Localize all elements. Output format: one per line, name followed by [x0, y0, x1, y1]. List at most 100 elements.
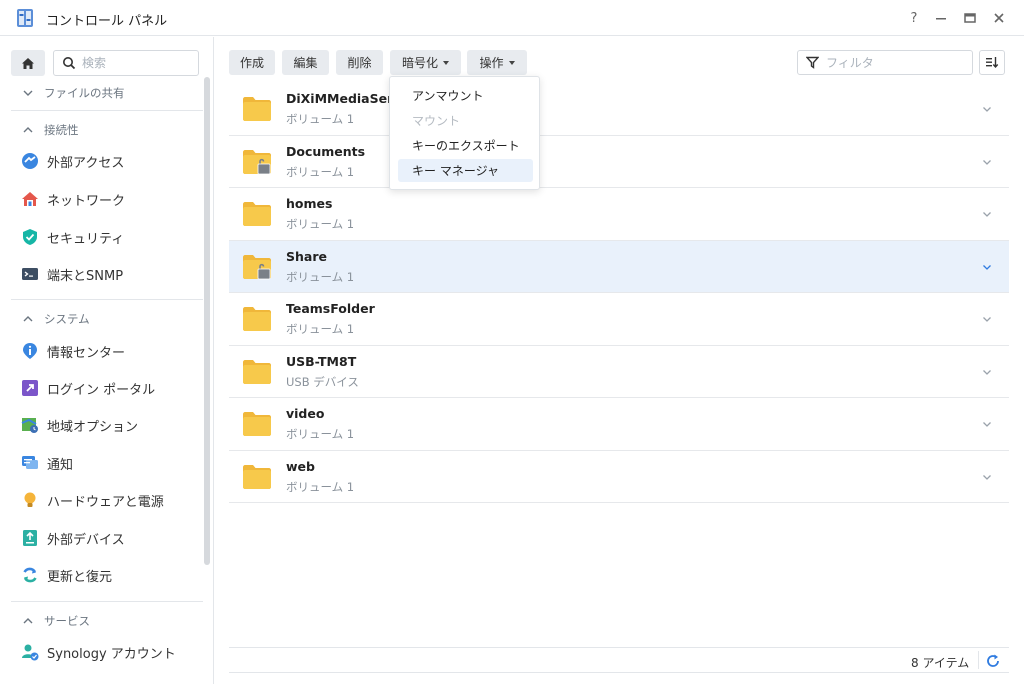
- shared-folder-location: USB デバイス: [286, 374, 359, 389]
- terminal-icon: [21, 265, 39, 283]
- sidebar-item-regional-options[interactable]: 地域オプション: [21, 413, 201, 437]
- help-button[interactable]: ?: [904, 8, 924, 28]
- filter-input[interactable]: [826, 54, 966, 71]
- sidebar-item-label: 外部デバイス: [47, 532, 125, 548]
- chevron-down-icon[interactable]: [981, 366, 993, 378]
- shared-folder-row-video[interactable]: video ボリューム 1: [229, 398, 1009, 451]
- sidebar-item-synology-account[interactable]: Synology アカウント: [21, 640, 201, 664]
- chevron-up-icon: [23, 127, 33, 133]
- section-services[interactable]: サービス: [22, 613, 90, 629]
- shared-folder-location: ボリューム 1: [286, 427, 355, 441]
- shared-folder-name: DiXiMMediaServ: [286, 91, 402, 106]
- sidebar-item-external-access[interactable]: 外部アクセス: [21, 149, 201, 173]
- sidebar-item-label: 情報センター: [47, 345, 126, 361]
- regional-options-icon: [21, 416, 39, 434]
- chevron-down-icon[interactable]: [981, 208, 993, 220]
- folder-icon: [243, 202, 271, 226]
- search-box: [53, 50, 199, 76]
- shared-folder-row-homes[interactable]: homes ボリューム 1: [229, 188, 1009, 241]
- hardware-power-icon: [21, 491, 39, 509]
- shared-folder-row-share[interactable]: Share ボリューム 1: [229, 240, 1009, 293]
- section-file-sharing[interactable]: ファイルの共有: [22, 85, 125, 101]
- delete-button[interactable]: 削除: [336, 50, 383, 75]
- menu-item-label: キーのエクスポート: [412, 139, 520, 153]
- menu-item-label: アンマウント: [412, 89, 484, 103]
- shared-folder-location: ボリューム 1: [286, 479, 355, 494]
- delete-button-label: 削除: [347, 56, 372, 70]
- action-dropdown-button[interactable]: 操作: [467, 50, 527, 75]
- chevron-down-icon[interactable]: [981, 313, 993, 325]
- filter-icon: [806, 56, 819, 69]
- folder-icon: [243, 254, 271, 279]
- shared-folder-row-usb-tm8t[interactable]: USB-TM8T USB デバイス: [229, 346, 1009, 398]
- shared-folder-row-web[interactable]: web ボリューム 1: [229, 451, 1009, 503]
- sidebar-item-update-restore[interactable]: 更新と復元: [21, 563, 201, 587]
- info-center-icon: [21, 342, 39, 360]
- sidebar-item-label: ハードウェアと電源: [47, 494, 164, 510]
- window-title: コントロール パネル: [46, 14, 168, 29]
- divider: [11, 299, 203, 300]
- shared-folder-row-teamsfolder[interactable]: TeamsFolder ボリューム 1: [229, 293, 1009, 346]
- sidebar-item-label: 通知: [47, 457, 74, 473]
- sidebar-item-login-portal[interactable]: ログイン ポータル: [21, 376, 201, 400]
- section-connectivity[interactable]: 接続性: [22, 122, 79, 138]
- sidebar-item-terminal-snmp[interactable]: 端末とSNMP: [21, 262, 201, 286]
- section-system[interactable]: システム: [22, 311, 90, 327]
- external-device-icon: [21, 529, 39, 547]
- edit-button[interactable]: 編集: [282, 50, 329, 75]
- menu-item-key-manager[interactable]: キー マネージャ: [398, 159, 533, 182]
- divider: [11, 110, 203, 111]
- sidebar-item-info-center[interactable]: 情報センター: [21, 339, 201, 363]
- section-label: サービス: [44, 614, 90, 628]
- sidebar-item-network[interactable]: ネットワーク: [21, 187, 201, 211]
- shared-folder-name: video: [286, 406, 325, 421]
- notification-icon: [21, 454, 39, 472]
- chevron-down-icon[interactable]: [981, 261, 993, 273]
- shared-folder-row-documents[interactable]: Documents ボリューム 1: [229, 136, 1009, 188]
- sidebar-scrollbar[interactable]: [204, 77, 210, 565]
- footer-separator: [978, 651, 979, 669]
- sort-icon: [986, 57, 999, 69]
- encryption-dropdown-button[interactable]: 暗号化: [390, 50, 461, 75]
- chevron-down-icon[interactable]: [981, 418, 993, 430]
- sidebar-item-external-device[interactable]: 外部デバイス: [21, 526, 201, 550]
- shared-folder-location: ボリューム 1: [286, 112, 355, 126]
- menu-item-export-key[interactable]: キーのエクスポート: [398, 134, 533, 157]
- external-access-icon: [21, 152, 39, 170]
- search-input[interactable]: [82, 54, 192, 72]
- chevron-down-icon[interactable]: [981, 471, 993, 483]
- shared-folder-name: TeamsFolder: [286, 301, 375, 316]
- sidebar-item-notification[interactable]: 通知: [21, 451, 201, 475]
- security-shield-icon: [21, 228, 39, 246]
- shared-folder-name: homes: [286, 196, 333, 211]
- sidebar-item-hardware-power[interactable]: ハードウェアと電源: [21, 488, 201, 512]
- encryption-menu: アンマウント マウント キーのエクスポート キー マネージャ: [389, 76, 540, 190]
- minimize-button[interactable]: [931, 8, 951, 28]
- sidebar-item-label: ネットワーク: [47, 193, 126, 209]
- shared-folder-location: ボリューム 1: [286, 269, 355, 284]
- sidebar-item-security[interactable]: セキュリティ: [21, 225, 201, 249]
- footer-bottom-border: [229, 672, 1009, 673]
- refresh-icon[interactable]: [985, 653, 1001, 669]
- shared-folder-name: Documents: [286, 143, 366, 159]
- chevron-down-icon[interactable]: [981, 103, 993, 115]
- folder-icon: [243, 149, 271, 174]
- menu-item-unmount[interactable]: アンマウント: [398, 84, 533, 107]
- close-button[interactable]: [989, 8, 1009, 28]
- create-button[interactable]: 作成: [229, 50, 275, 75]
- sidebar-item-label: 外部アクセス: [47, 155, 125, 171]
- synology-account-icon: [21, 643, 39, 661]
- maximize-button[interactable]: [960, 8, 980, 28]
- sort-button[interactable]: [979, 50, 1005, 75]
- create-button-label: 作成: [239, 56, 264, 70]
- home-button[interactable]: [11, 50, 45, 76]
- update-restore-icon: [21, 566, 39, 584]
- shared-folder-row-diximmediaserv[interactable]: DiXiMMediaServ ボリューム 1: [229, 83, 1009, 136]
- item-count: 8 アイテム: [911, 656, 970, 670]
- close-icon: [994, 13, 1004, 23]
- chevron-down-icon[interactable]: [981, 156, 993, 168]
- footer-divider: [229, 647, 1009, 648]
- control-panel-icon: [15, 8, 35, 28]
- title-bar: コントロール パネル ?: [0, 0, 1024, 36]
- sidebar-item-label: 地域オプション: [47, 419, 139, 435]
